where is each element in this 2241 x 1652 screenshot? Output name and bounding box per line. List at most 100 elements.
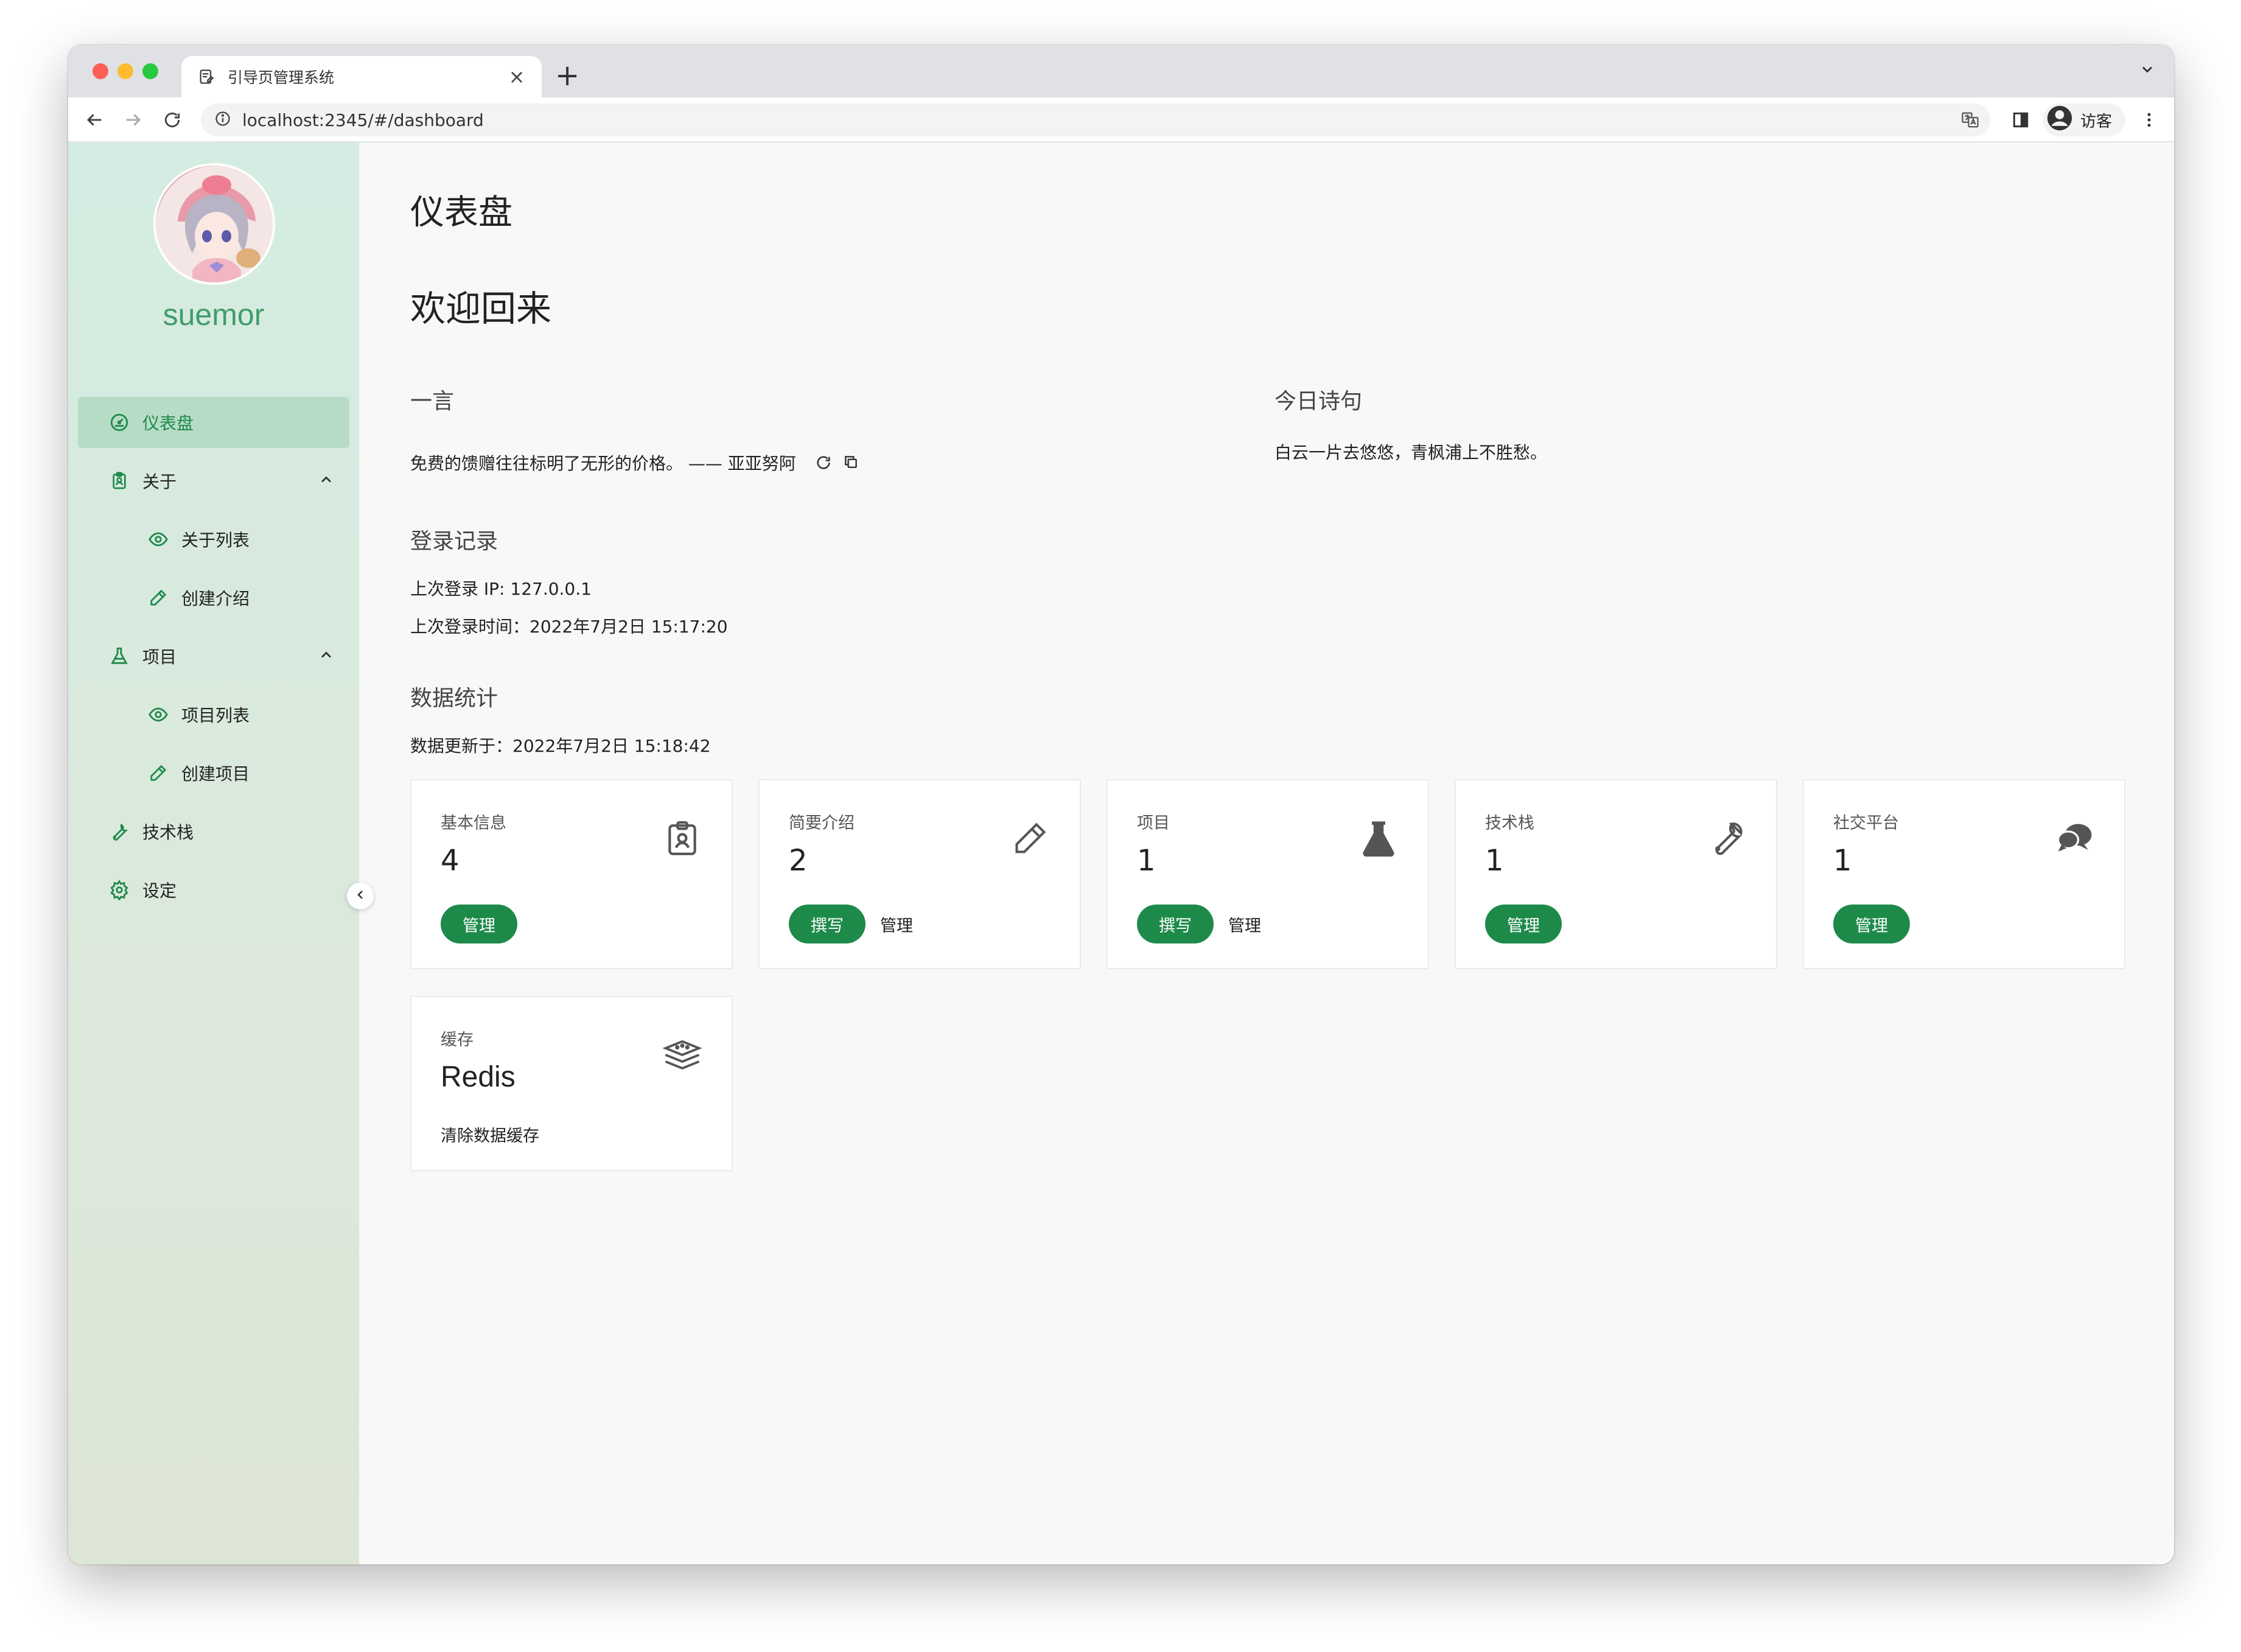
pencil-icon	[1010, 818, 1051, 858]
sidepanel-icon[interactable]	[2011, 103, 2030, 136]
stat-card-tech-stack: 技术栈 1 管理	[1455, 779, 1777, 969]
card-value: 1	[1485, 844, 1504, 878]
cache-card: 缓存 Redis 清除数据缓存	[410, 996, 733, 1171]
hitokoto-line: 免费的馈赠往往标明了无形的价格。 —— 亚亚努阿	[410, 450, 859, 475]
reload-button[interactable]	[158, 106, 186, 134]
clear-cache-button[interactable]: 清除数据缓存	[441, 1122, 539, 1146]
poem-title: 今日诗句	[1274, 389, 1363, 414]
login-title: 登录记录	[410, 529, 498, 554]
hitokoto-title: 一言	[410, 389, 455, 414]
close-window-button[interactable]	[93, 63, 108, 79]
last-login-time: 上次登录时间：2022年7月2日 15:17:20	[410, 617, 728, 637]
stat-card-intro: 简要介绍 2 撰写 管理	[758, 779, 1081, 969]
flask-icon	[107, 644, 131, 668]
document-icon	[196, 66, 217, 87]
refresh-icon[interactable]	[815, 454, 832, 475]
write-button[interactable]: 撰写	[789, 905, 865, 943]
close-tab-button[interactable]: ×	[506, 65, 527, 88]
stats-title: 数据统计	[410, 686, 498, 711]
badge-icon	[107, 469, 131, 493]
sidebar-item-settings[interactable]: 设定	[78, 864, 349, 915]
write-button[interactable]: 撰写	[1137, 905, 1214, 943]
last-login-ip: 上次登录 IP: 127.0.0.1	[410, 579, 592, 599]
card-label: 简要介绍	[789, 814, 855, 833]
manage-link[interactable]: 管理	[880, 912, 913, 936]
translate-icon[interactable]	[1961, 111, 1979, 131]
card-value: 4	[441, 844, 460, 878]
wrench-icon	[107, 819, 131, 844]
copy-icon[interactable]	[843, 454, 859, 475]
poem-text: 白云一片去悠悠，青枫浦上不胜愁。	[1274, 443, 1548, 463]
manage-button[interactable]: 管理	[1833, 905, 1910, 943]
forward-button[interactable]	[119, 106, 147, 134]
sidebar-item-projects[interactable]: 项目	[78, 631, 349, 682]
sidebar-item-create-intro[interactable]: 创建介绍	[78, 572, 349, 623]
new-tab-button[interactable]: +	[555, 57, 579, 94]
manage-button[interactable]: 管理	[441, 905, 517, 943]
stat-card-basic-info: 基本信息 4 管理	[410, 779, 733, 969]
eye-icon	[146, 702, 170, 727]
card-label: 社交平台	[1833, 814, 1899, 833]
chat-bubbles-icon	[2055, 818, 2095, 858]
eye-icon	[146, 527, 170, 551]
flask-icon	[1358, 818, 1399, 858]
card-value: 1	[1137, 844, 1156, 878]
avatar[interactable]	[153, 163, 275, 285]
manage-button[interactable]: 管理	[1485, 905, 1562, 943]
card-value: 1	[1833, 844, 1852, 878]
sidebar-item-label: 关于	[142, 472, 177, 492]
sidebar-item-label: 创建介绍	[181, 589, 250, 609]
pencil-icon	[146, 586, 170, 610]
sidebar-item-dashboard[interactable]: 仪表盘	[78, 397, 349, 448]
account-icon	[2046, 105, 2073, 136]
tab-strip: 引导页管理系统 × +	[68, 45, 2174, 97]
sidebar-item-label: 仪表盘	[142, 413, 194, 433]
collapse-sidebar-button[interactable]	[347, 883, 374, 909]
manage-link[interactable]: 管理	[1228, 912, 1261, 936]
sidebar-item-project-list[interactable]: 项目列表	[78, 689, 349, 740]
chevron-up-icon[interactable]	[318, 646, 335, 668]
card-label: 缓存	[441, 1031, 474, 1049]
main-content: 仪表盘 欢迎回来 一言 免费的馈赠往往标明了无形的价格。 —— 亚亚努阿 今日诗…	[359, 142, 2174, 1564]
sidebar-item-about[interactable]: 关于	[78, 455, 349, 506]
chevron-down-icon[interactable]	[2139, 61, 2156, 82]
sidebar-item-label: 关于列表	[181, 530, 250, 550]
sidebar: suemor 仪表盘 关于 关于列表 创建介绍 项目 项目列表 创建项目 技术栈…	[68, 142, 359, 1564]
address-bar[interactable]: localhost:2345/#/dashboard	[201, 103, 1990, 136]
sidebar-item-about-list[interactable]: 关于列表	[78, 514, 349, 565]
app-root: suemor 仪表盘 关于 关于列表 创建介绍 项目 项目列表 创建项目 技术栈…	[68, 142, 2174, 1564]
card-value: 2	[789, 844, 808, 878]
sidebar-item-tech-stack[interactable]: 技术栈	[78, 806, 349, 857]
stat-card-social: 社交平台 1 管理	[1803, 779, 2125, 969]
page-title: 仪表盘	[410, 193, 512, 233]
layers-icon	[662, 1035, 702, 1075]
stat-card-projects: 项目 1 撰写 管理	[1107, 779, 1429, 969]
browser-window: 引导页管理系统 × + localhost:2345/#/dashboard 访…	[68, 45, 2174, 1564]
card-label: 技术栈	[1485, 814, 1534, 833]
chevron-up-icon[interactable]	[318, 471, 335, 492]
minimize-window-button[interactable]	[117, 63, 133, 79]
chevron-left-icon	[353, 887, 368, 905]
back-button[interactable]	[80, 106, 108, 134]
hitokoto-text: 免费的馈赠往往标明了无形的价格。 —— 亚亚努阿	[410, 453, 796, 474]
sidebar-item-create-project[interactable]: 创建项目	[78, 747, 349, 799]
maximize-window-button[interactable]	[142, 63, 158, 79]
tab-title: 引导页管理系统	[228, 69, 335, 86]
wrench-icon	[1707, 818, 1747, 858]
clipboard-badge-icon	[662, 818, 702, 858]
profile-button[interactable]: 访客	[2043, 103, 2126, 136]
sidebar-item-label: 技术栈	[142, 822, 194, 842]
card-value: Redis	[441, 1061, 516, 1093]
info-icon[interactable]	[214, 110, 231, 130]
sidebar-item-label: 设定	[142, 881, 177, 901]
card-label: 基本信息	[441, 814, 506, 833]
sidebar-item-label: 创建项目	[181, 764, 250, 784]
url-text[interactable]: localhost:2345/#/dashboard	[242, 110, 484, 130]
kebab-menu-icon[interactable]	[2140, 103, 2158, 136]
welcome-heading: 欢迎回来	[410, 288, 552, 329]
username: suemor	[163, 298, 265, 332]
browser-toolbar: localhost:2345/#/dashboard 访客	[68, 97, 2174, 142]
browser-tab[interactable]: 引导页管理系统 ×	[181, 56, 542, 97]
sidebar-item-label: 项目列表	[181, 705, 250, 726]
stats-updated: 数据更新于：2022年7月2日 15:18:42	[410, 736, 711, 756]
